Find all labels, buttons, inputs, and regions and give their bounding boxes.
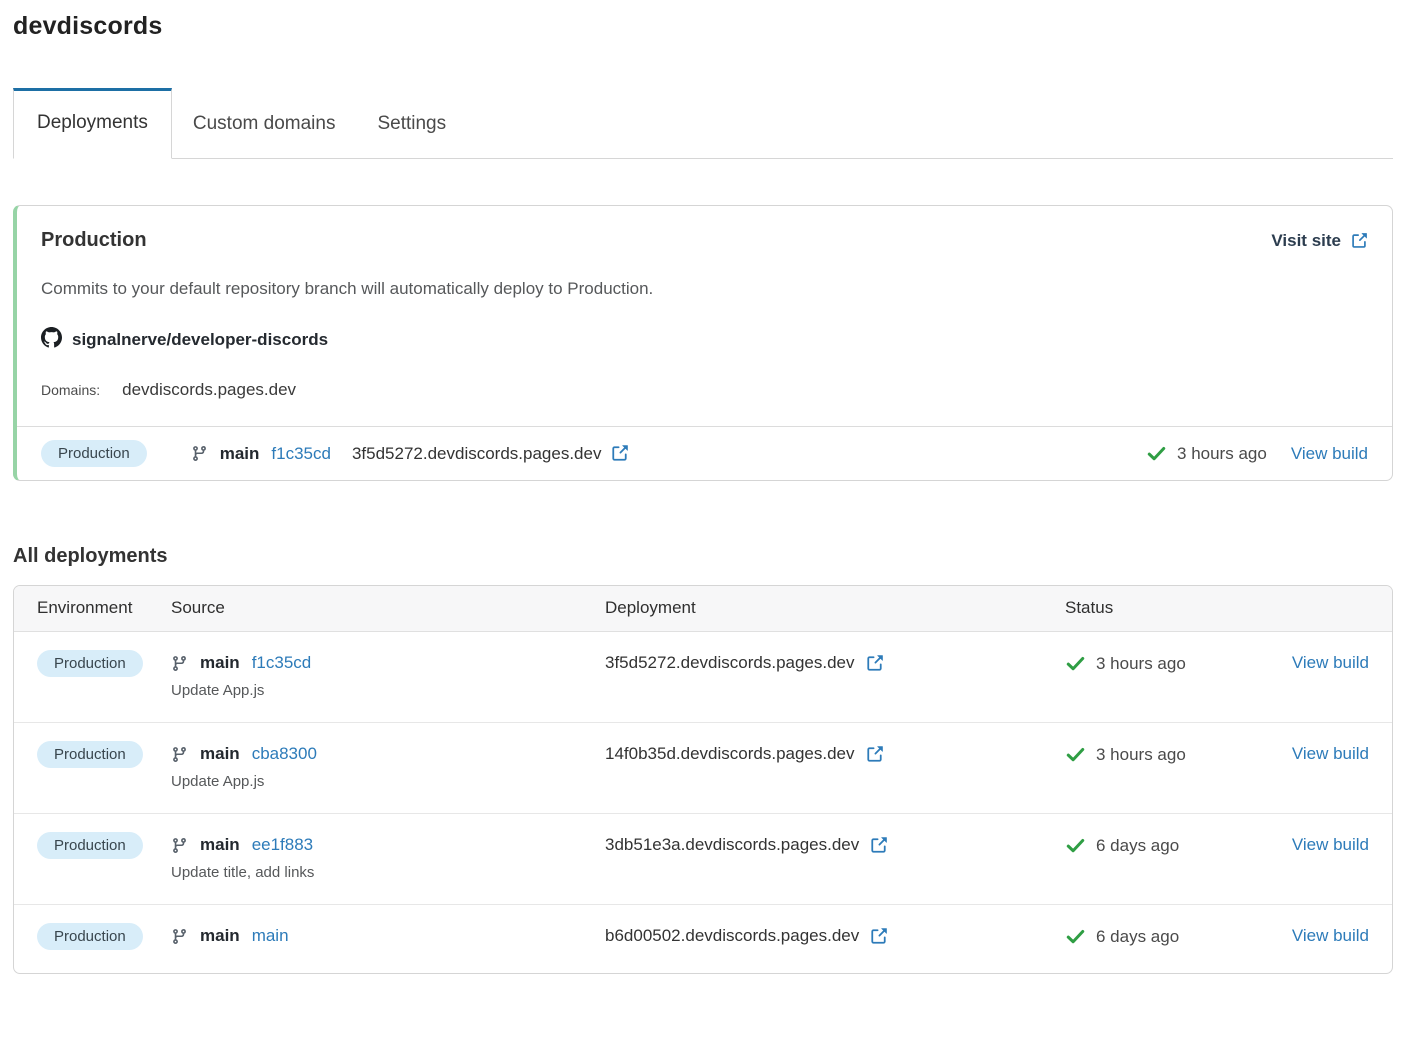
branch-name: main <box>200 926 240 946</box>
commit-link[interactable]: cba8300 <box>252 744 317 764</box>
external-link-icon[interactable] <box>865 654 884 673</box>
production-description: Commits to your default repository branc… <box>41 279 1368 299</box>
external-link-icon[interactable] <box>869 927 888 946</box>
deployment-url: 3db51e3a.devdiscords.pages.dev <box>605 835 859 855</box>
commit-message: Update App.js <box>171 682 605 699</box>
column-header-environment: Environment <box>14 598 171 618</box>
commit-link[interactable]: f1c35cd <box>271 444 331 464</box>
branch-name: main <box>220 444 260 464</box>
deployment-url: 3f5d5272.devdiscords.pages.dev <box>352 444 602 464</box>
status-time: 3 hours ago <box>1096 745 1186 765</box>
commit-link[interactable]: main <box>252 926 289 946</box>
environment-badge: Production <box>37 832 143 859</box>
status-time: 3 hours ago <box>1177 444 1267 464</box>
view-build-link[interactable]: View build <box>1292 653 1369 672</box>
status-time: 3 hours ago <box>1096 654 1186 674</box>
external-link-icon[interactable] <box>610 444 629 463</box>
all-deployments-heading: All deployments <box>13 545 1393 568</box>
commit-message: Update App.js <box>171 773 605 790</box>
view-build-link[interactable]: View build <box>1292 835 1369 854</box>
deployment-url: 14f0b35d.devdiscords.pages.dev <box>605 744 855 764</box>
git-branch-icon <box>171 746 188 763</box>
check-icon <box>1065 653 1086 674</box>
domains-value: devdiscords.pages.dev <box>122 380 296 400</box>
view-build-link[interactable]: View build <box>1291 444 1368 464</box>
environment-badge: Production <box>37 923 143 950</box>
page-title: devdiscords <box>13 12 1393 41</box>
column-header-deployment: Deployment <box>605 598 1065 618</box>
branch-name: main <box>200 835 240 855</box>
deployment-url: 3f5d5272.devdiscords.pages.dev <box>605 653 855 673</box>
commit-message: Update title, add links <box>171 864 605 881</box>
environment-badge: Production <box>41 440 147 467</box>
repo-name[interactable]: signalnerve/developer-discords <box>72 330 328 350</box>
tab-bar: Deployments Custom domains Settings <box>13 88 1393 159</box>
view-build-link[interactable]: View build <box>1292 926 1369 945</box>
environment-badge: Production <box>37 741 143 768</box>
github-icon <box>41 327 62 353</box>
environment-badge: Production <box>37 650 143 677</box>
check-icon <box>1065 835 1086 856</box>
tab-deployments[interactable]: Deployments <box>13 88 172 159</box>
git-branch-icon <box>171 655 188 672</box>
branch-name: main <box>200 744 240 764</box>
production-card: Production Visit site Commits to your de… <box>13 205 1393 481</box>
table-row: Production main ee1f883 Update title, ad… <box>14 814 1392 905</box>
check-icon <box>1065 744 1086 765</box>
external-link-icon <box>1350 232 1368 250</box>
column-header-source: Source <box>171 598 605 618</box>
commit-link[interactable]: ee1f883 <box>252 835 313 855</box>
production-card-body: Production Visit site Commits to your de… <box>17 206 1392 426</box>
external-link-icon[interactable] <box>865 745 884 764</box>
check-icon <box>1146 443 1167 464</box>
branch-name: main <box>200 653 240 673</box>
domains-row: Domains: devdiscords.pages.dev <box>41 380 1368 400</box>
table-row: Production main cba8300 Update App.js 14… <box>14 723 1392 814</box>
production-card-title: Production <box>41 229 147 252</box>
status-time: 6 days ago <box>1096 927 1179 947</box>
table-row: Production main main b6d00502.devdiscord… <box>14 905 1392 973</box>
repo-row: signalnerve/developer-discords <box>41 327 1368 353</box>
tab-settings[interactable]: Settings <box>356 90 467 158</box>
git-branch-icon <box>171 928 188 945</box>
tab-custom-domains[interactable]: Custom domains <box>172 90 357 158</box>
page: devdiscords Deployments Custom domains S… <box>0 0 1413 980</box>
column-header-status: Status <box>1065 598 1284 618</box>
external-link-icon[interactable] <box>869 836 888 855</box>
git-branch-icon <box>191 445 208 462</box>
check-icon <box>1065 926 1086 947</box>
domains-label: Domains: <box>41 382 100 398</box>
table-row: Production main f1c35cd Update App.js 3f… <box>14 632 1392 723</box>
table-header: Environment Source Deployment Status <box>14 586 1392 632</box>
status-time: 6 days ago <box>1096 836 1179 856</box>
deployment-url: b6d00502.devdiscords.pages.dev <box>605 926 859 946</box>
column-header-actions <box>1284 598 1392 618</box>
deployments-table: Environment Source Deployment Status Pro… <box>13 585 1393 974</box>
visit-site-link[interactable]: Visit site <box>1271 231 1368 251</box>
commit-link[interactable]: f1c35cd <box>252 653 312 673</box>
view-build-link[interactable]: View build <box>1292 744 1369 763</box>
git-branch-icon <box>171 837 188 854</box>
visit-site-label: Visit site <box>1271 231 1341 251</box>
production-deployment-row: Production main f1c35cd 3f5d5272.devdisc… <box>17 426 1392 480</box>
